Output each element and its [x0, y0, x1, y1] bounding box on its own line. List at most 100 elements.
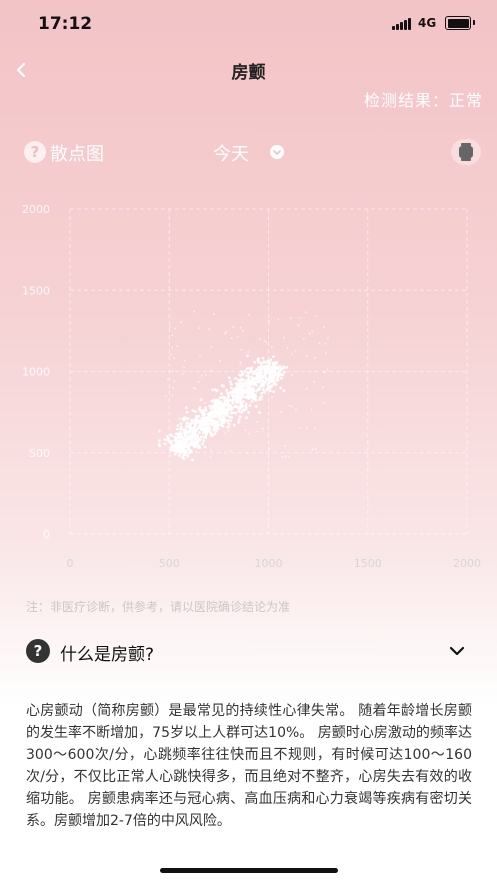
network-type: 4G — [418, 16, 437, 30]
scatter-point — [267, 363, 271, 366]
date-selector[interactable]: 今天 — [213, 140, 249, 166]
scatter-point — [254, 377, 257, 381]
scatter-point — [284, 445, 286, 447]
scatter-point — [181, 445, 185, 449]
scatter-point — [219, 396, 222, 399]
home-indicator — [160, 868, 338, 873]
scatter-point — [234, 377, 238, 380]
scatter-point — [234, 411, 238, 415]
scatter-point — [171, 334, 174, 337]
scatter-point — [259, 372, 263, 375]
scatter-point — [255, 405, 258, 408]
scatter-point — [197, 381, 200, 384]
scatter-point — [232, 423, 236, 427]
scatter-point — [312, 448, 314, 451]
scatter-point — [314, 356, 316, 359]
scatter-point — [305, 311, 307, 314]
scatter-point — [263, 390, 266, 394]
scatter-point — [187, 447, 191, 450]
scatter-point — [173, 449, 176, 453]
scatter-point — [284, 455, 287, 458]
scatter-point — [310, 408, 313, 411]
scatter-point — [181, 373, 184, 376]
chevron-down-icon[interactable] — [448, 644, 466, 658]
scatter-point — [234, 398, 237, 400]
scatter-point — [244, 429, 247, 432]
scatter-point — [315, 448, 317, 451]
scatter-point — [219, 419, 223, 422]
scatter-point — [237, 418, 241, 422]
scatter-point — [261, 395, 264, 398]
scatter-point — [184, 425, 188, 428]
scatter-point — [195, 439, 199, 443]
scatter-point — [306, 354, 309, 357]
scatter-point — [302, 338, 305, 340]
scatter-point — [240, 411, 244, 414]
scatter-point — [229, 390, 233, 394]
x-tick-label: 0 — [67, 557, 74, 570]
scatter-point — [262, 427, 264, 430]
scatter-point — [258, 411, 261, 414]
scatter-point — [213, 409, 217, 413]
status-bar: 17:12 4G — [0, 0, 497, 46]
scatter-point — [240, 370, 243, 373]
scatter-point — [237, 410, 241, 413]
scatter-point — [280, 410, 282, 413]
scatter-point — [248, 404, 252, 407]
scatter-point — [186, 431, 190, 435]
scatter-point — [272, 390, 276, 394]
scatter-point — [254, 371, 258, 375]
scatter-point — [213, 432, 217, 435]
chevron-down-icon[interactable] — [270, 145, 284, 159]
chart-type-label[interactable]: 散点图 — [50, 140, 104, 166]
scatter-point — [221, 424, 225, 428]
scatter-point — [219, 359, 221, 362]
scatter-point — [219, 404, 223, 408]
watch-button[interactable] — [451, 139, 481, 165]
scatter-point — [200, 438, 202, 441]
scatter-point — [217, 414, 221, 417]
scatter-point — [206, 412, 210, 416]
scatter-point — [169, 448, 173, 452]
scatter-point — [158, 444, 162, 448]
scatter-point — [313, 380, 316, 383]
scatter-point — [200, 435, 203, 437]
scatter-point — [205, 429, 209, 433]
detection-result: 检测结果：正常 — [363, 91, 483, 110]
faq-title: 什么是房颤? — [60, 645, 155, 665]
scatter-point — [262, 387, 265, 390]
scatter-point — [197, 426, 200, 429]
scatter-point — [288, 404, 291, 407]
scatter-point — [185, 410, 189, 414]
scatter-point — [287, 456, 290, 458]
scatter-point — [224, 411, 228, 415]
signal-icon — [392, 18, 412, 30]
scatter-point — [169, 433, 173, 437]
scatter-point — [261, 356, 265, 360]
x-tick-label: 1500 — [354, 557, 382, 570]
scatter-point — [323, 402, 326, 404]
scatter-point — [273, 371, 276, 375]
scatter-point — [246, 354, 249, 358]
scatter-point — [277, 370, 281, 374]
scatter-point — [213, 414, 217, 418]
scatter-point — [265, 380, 267, 383]
faq-header[interactable]: ? 什么是房颤? — [26, 636, 466, 665]
scatter-point — [199, 355, 202, 357]
scatter-point — [180, 436, 184, 440]
scatter-point — [195, 410, 198, 412]
scatter-point — [209, 433, 213, 437]
disclaimer: 注：非医疗诊断，供参考，请以医院确诊结论为准 — [26, 600, 291, 614]
scatter-point — [226, 408, 228, 411]
scatter-point — [247, 351, 250, 353]
help-icon[interactable]: ? — [24, 141, 46, 163]
scatter-point — [203, 408, 207, 412]
scatter-point — [291, 373, 293, 376]
scatter-point — [260, 391, 264, 395]
scatter-point — [168, 441, 172, 444]
scatter-point — [263, 339, 266, 342]
scatter-point — [258, 367, 262, 370]
scatter-point — [231, 401, 235, 405]
scatter-point — [202, 429, 206, 433]
scatter-point — [241, 373, 244, 377]
